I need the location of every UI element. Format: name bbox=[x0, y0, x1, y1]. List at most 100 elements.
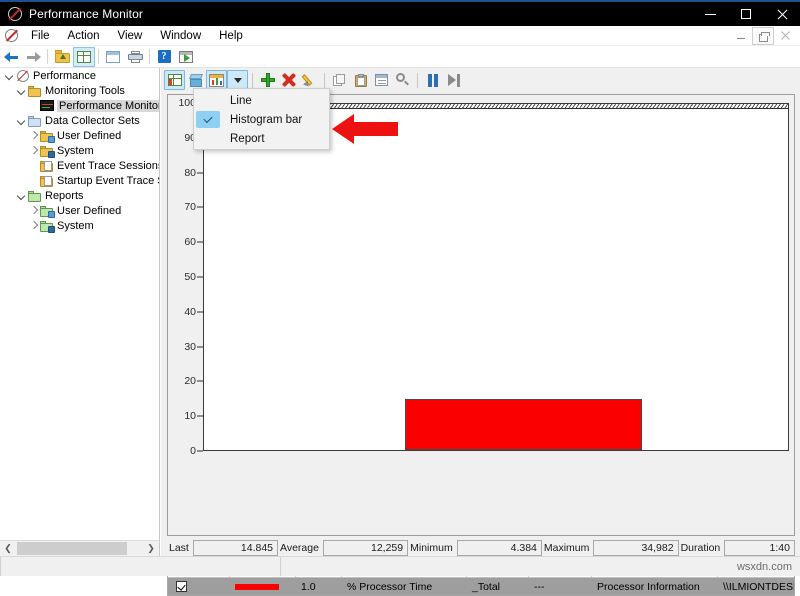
forward-arrow-icon[interactable] bbox=[22, 47, 44, 67]
menubar: File Action View Window Help bbox=[0, 26, 800, 46]
window-minimize-button[interactable] bbox=[692, 1, 728, 27]
tree-item-reports[interactable]: Reports bbox=[0, 188, 159, 203]
grid-icon[interactable] bbox=[73, 47, 95, 67]
cube-icon[interactable] bbox=[185, 70, 206, 90]
stat-label-maximum: Maximum bbox=[542, 542, 594, 554]
menu-item-line[interactable]: Line bbox=[194, 91, 329, 110]
performance-icon bbox=[16, 70, 30, 82]
folder-green-icon bbox=[28, 190, 42, 202]
menu-item-help[interactable]: Help bbox=[210, 28, 252, 44]
legend-cell-show[interactable] bbox=[168, 578, 230, 595]
stat-value-maximum: 34,982 bbox=[593, 540, 678, 556]
console-tree-pane: Performance Monitoring ToolsPerformance M… bbox=[0, 68, 160, 556]
menu-item-view[interactable]: View bbox=[109, 28, 152, 44]
y-axis-tick-label: 10 bbox=[184, 410, 196, 422]
properties-window-icon[interactable] bbox=[102, 47, 124, 67]
chevron-right-icon[interactable] bbox=[28, 130, 39, 141]
line-check-slot bbox=[196, 92, 220, 109]
stat-label-minimum: Minimum bbox=[408, 542, 457, 554]
tree-item-user-defined[interactable]: User Defined bbox=[0, 203, 159, 218]
chevron-down-icon[interactable] bbox=[4, 70, 15, 81]
counter-color-swatch bbox=[235, 584, 279, 590]
change-graph-type-icon[interactable] bbox=[206, 70, 227, 90]
histogram-bar-checkmark-icon bbox=[196, 111, 220, 128]
report-check-slot bbox=[196, 130, 220, 147]
toolbar-separator bbox=[98, 49, 99, 64]
folder-up-icon[interactable] bbox=[51, 47, 73, 67]
tree-item-startup-event-trace-ses[interactable]: Startup Event Trace Ses bbox=[0, 173, 159, 188]
chart-toolbar-separator bbox=[324, 73, 325, 88]
folder-blue-icon bbox=[28, 115, 42, 127]
back-arrow-icon[interactable] bbox=[0, 47, 22, 67]
tree-horizontal-scrollbar[interactable]: ❮ ❯ bbox=[0, 540, 159, 556]
tree-item-performance[interactable]: Performance bbox=[0, 68, 159, 83]
scroll-right-button[interactable]: ❯ bbox=[143, 541, 159, 557]
monitor-chart-icon bbox=[40, 100, 54, 112]
mdi-close-button[interactable] bbox=[774, 27, 796, 45]
chevron-right-icon[interactable] bbox=[28, 205, 39, 216]
tree-item-label: System bbox=[57, 145, 94, 157]
show-checkbox[interactable] bbox=[176, 581, 187, 592]
chart-toolbar-separator bbox=[252, 73, 253, 88]
chevron-down-icon[interactable] bbox=[16, 115, 27, 126]
stat-value-duration: 1:40 bbox=[724, 540, 795, 556]
new-window-icon[interactable] bbox=[175, 47, 197, 67]
window-close-button[interactable] bbox=[764, 1, 800, 27]
chevron-right-icon[interactable] bbox=[28, 220, 39, 231]
delete-x-icon[interactable] bbox=[278, 70, 299, 90]
tree-item-label: User Defined bbox=[57, 130, 121, 142]
menu-item-action[interactable]: Action bbox=[59, 28, 109, 44]
folder-system-icon bbox=[40, 145, 54, 157]
chevron-down-icon[interactable] bbox=[16, 190, 27, 201]
pencil-highlight-icon[interactable] bbox=[299, 70, 320, 90]
tree-item-monitoring-tools[interactable]: Monitoring Tools bbox=[0, 83, 159, 98]
printer-icon[interactable] bbox=[124, 47, 146, 67]
menu-item-window[interactable]: Window bbox=[151, 28, 210, 44]
change-graph-type-menu: Line Histogram bar Report bbox=[193, 88, 330, 150]
y-axis-tick-label: 80 bbox=[184, 167, 196, 179]
tree-item-performance-monitor[interactable]: Performance Monitor bbox=[0, 98, 159, 113]
tree-item-system[interactable]: System bbox=[0, 218, 159, 233]
stat-label-duration: Duration bbox=[679, 542, 725, 554]
tree-item-label: Reports bbox=[45, 190, 84, 202]
paste-clipboard-icon[interactable] bbox=[350, 70, 371, 90]
tree-item-label: User Defined bbox=[57, 205, 121, 217]
chevron-down-icon[interactable] bbox=[16, 85, 27, 96]
tree-item-user-defined[interactable]: User Defined bbox=[0, 128, 159, 143]
legend-cell-parent: --- bbox=[529, 578, 592, 595]
help-question-icon[interactable]: ? bbox=[153, 47, 175, 67]
scroll-left-button[interactable]: ❮ bbox=[0, 541, 16, 557]
mdi-minimize-button[interactable] bbox=[730, 27, 752, 45]
window-controls bbox=[692, 1, 800, 27]
tree-item-system[interactable]: System bbox=[0, 143, 159, 158]
tree-item-event-trace-sessions[interactable]: Event Trace Sessions bbox=[0, 158, 159, 173]
plus-icon[interactable] bbox=[257, 70, 278, 90]
table-row[interactable]: 1.0 % Processor Time _Total --- Processo… bbox=[168, 578, 794, 595]
chevron-down-icon[interactable] bbox=[227, 70, 248, 90]
legend-cell-color bbox=[230, 578, 296, 595]
tree-item-label: Startup Event Trace Ses bbox=[57, 175, 160, 187]
y-axis-tick-label: 20 bbox=[184, 375, 196, 387]
add-counter-grid-icon[interactable] bbox=[164, 70, 185, 90]
menu-item-report[interactable]: Report bbox=[194, 129, 329, 148]
y-axis-tick-label: 0 bbox=[190, 445, 196, 457]
chevron-right-icon[interactable] bbox=[28, 145, 39, 156]
report-system-icon bbox=[40, 220, 54, 232]
window-title: Performance Monitor bbox=[29, 7, 143, 21]
mdi-restore-button[interactable] bbox=[752, 27, 774, 45]
folder-user-icon bbox=[40, 130, 54, 142]
property-sheet-icon[interactable] bbox=[371, 70, 392, 90]
menu-item-file[interactable]: File bbox=[22, 28, 59, 44]
window-maximize-button[interactable] bbox=[728, 1, 764, 27]
tree-indent-spacer bbox=[28, 100, 39, 111]
plot-area[interactable] bbox=[203, 103, 789, 451]
scrollbar-thumb[interactable] bbox=[17, 542, 127, 555]
tree-item-label: Performance bbox=[33, 70, 96, 82]
step-forward-icon[interactable] bbox=[443, 70, 464, 90]
menu-item-histogram-bar[interactable]: Histogram bar bbox=[194, 110, 329, 129]
pause-icon[interactable] bbox=[422, 70, 443, 90]
search-magnifier-icon[interactable] bbox=[392, 70, 413, 90]
copy-icon[interactable] bbox=[329, 70, 350, 90]
tree-item-data-collector-sets[interactable]: Data Collector Sets bbox=[0, 113, 159, 128]
tree-item-label: Monitoring Tools bbox=[45, 85, 125, 97]
